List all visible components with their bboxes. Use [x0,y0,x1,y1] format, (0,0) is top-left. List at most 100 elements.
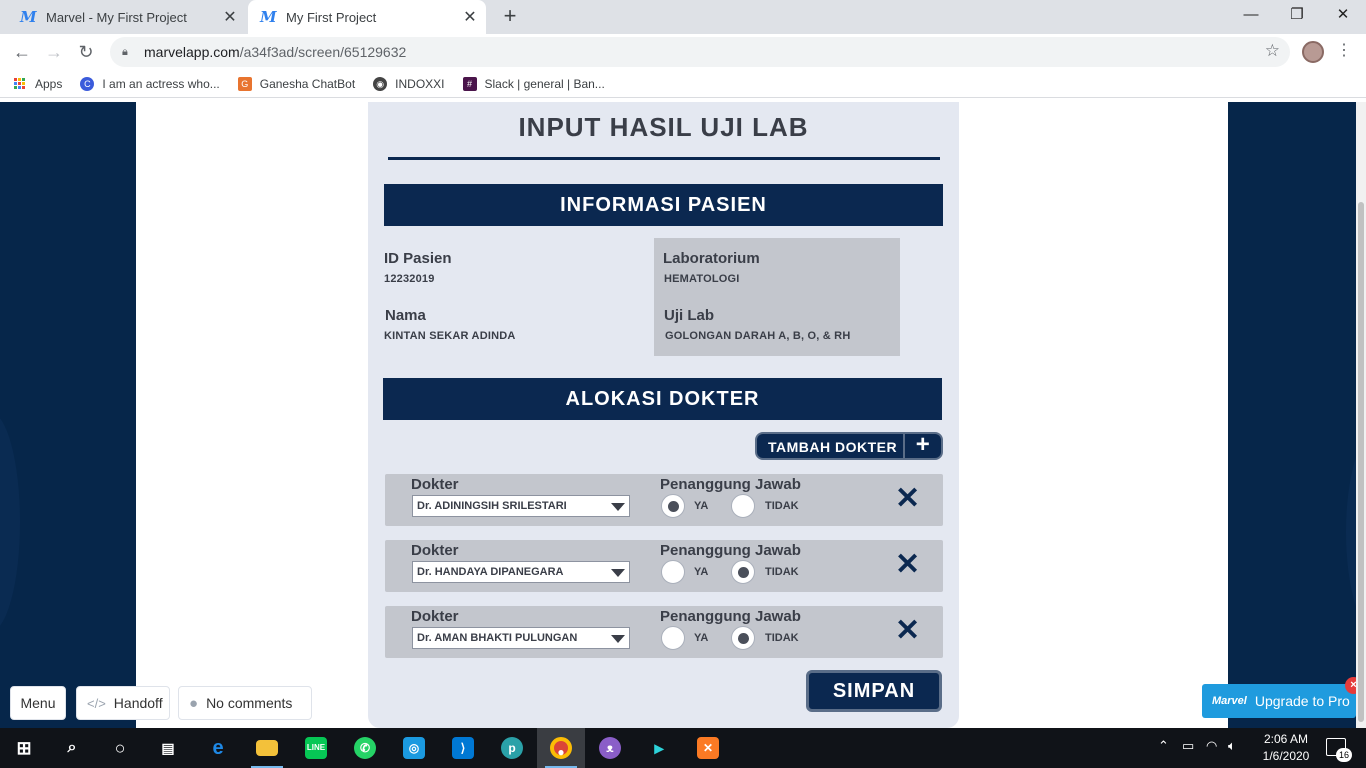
bookmark-ganesha[interactable]: G Ganesha ChatBot [237,76,356,91]
doctor-row: Dokter Dr. HANDAYA DIPANEGARA Penanggung… [385,540,943,592]
cortana-icon[interactable]: ○ [96,728,144,768]
lab-result-screen: INPUT HASIL UJI LAB INFORMASI PASIEN ID … [368,102,959,728]
remove-doctor-icon[interactable]: ✕ [895,550,920,580]
bookmark-actress[interactable]: C I am an actress who... [80,76,220,91]
forward-arrow-icon[interactable]: → [42,40,66,64]
handoff-button[interactable]: </> Handoff [76,686,170,720]
no-label: TIDAK [765,500,799,512]
save-button[interactable]: SIMPAN [806,670,942,712]
code-icon: </> [87,695,106,711]
lock-icon: 🔒︎ [122,46,128,58]
slack-icon: # [462,76,477,91]
powershell-icon[interactable]: ▸ [635,728,683,768]
browser-toolbar: ← → ↻ 🔒︎ marvelapp.com/a34f3ad/screen/65… [0,34,1366,70]
lab-test-label: Uji Lab [664,307,715,324]
start-icon[interactable]: ⊞ [0,728,48,768]
yes-label: YA [694,500,709,512]
responsible-label: Penanggung Jawab [660,608,801,625]
volume-icon[interactable]: 🔈︎ [1228,738,1236,754]
line-icon[interactable]: LINE [292,728,340,768]
marvel-logo: Marvel [1212,695,1247,707]
address-bar[interactable]: 🔒︎ marvelapp.com/a34f3ad/screen/65129632… [110,37,1290,67]
upgrade-to-pro-button[interactable]: Marvel Upgrade to Pro [1202,684,1356,718]
doctor-select[interactable]: Dr. ADININGSIH SRILESTARI [412,495,630,517]
edge-icon[interactable]: e [194,728,242,768]
notification-count-badge: 16 [1336,748,1352,762]
dropdown-arrow-icon [611,503,625,511]
comments-button[interactable]: ● No comments [178,686,312,720]
clock-date: 1/6/2020 [1262,749,1310,763]
doctor-select[interactable]: Dr. AMAN BHAKTI PULUNGAN [412,627,630,649]
laboratory-value: HEMATOLOGI [664,273,740,285]
responsible-yes-radio[interactable] [661,560,685,584]
xampp-icon[interactable]: ✕ [684,728,732,768]
remove-doctor-icon[interactable]: ✕ [895,616,920,646]
marvel-icon: M [260,8,277,26]
battery-icon[interactable]: ▭ [1182,738,1194,754]
responsible-no-radio[interactable] [731,494,755,518]
pcloud-icon[interactable]: p [488,728,536,768]
tab-title: Marvel - My First Project [46,9,187,25]
close-tab-icon[interactable]: ✕ [218,7,242,27]
scrollbar-thumb[interactable] [1358,202,1364,722]
bookmark-star-icon[interactable]: ☆ [1265,41,1280,61]
marvel-menu-button[interactable]: Menu [10,686,66,720]
responsible-yes-radio[interactable] [661,494,685,518]
patient-name-label: Nama [385,307,426,324]
profile-avatar[interactable] [1302,41,1324,63]
patient-id-label: ID Pasien [384,250,452,267]
ganesha-icon: G [237,76,252,91]
yes-label: YA [694,566,709,578]
bookmark-label: Slack | general | Ban... [484,76,605,91]
system-clock[interactable]: 2:06 AM 1/6/2020 [1256,731,1316,765]
instagram-icon[interactable]: ◎ [390,728,438,768]
responsible-label: Penanggung Jawab [660,542,801,559]
doctor-select-value: Dr. ADININGSIH SRILESTARI [417,500,567,512]
task-view-icon[interactable]: ▤ [144,728,192,768]
comments-label: No comments [206,695,293,711]
minimize-window-button[interactable]: — [1228,0,1274,30]
clock-time: 2:06 AM [1263,732,1309,746]
restore-window-button[interactable]: ❐ [1274,0,1320,30]
wifi-icon[interactable]: ◠ [1206,738,1217,754]
browser-tab-project[interactable]: M My First Project ✕ [248,0,486,34]
doctor-label: Dokter [411,542,459,559]
browser-tab-marvel[interactable]: M Marvel - My First Project ✕ [8,0,246,34]
cat-app-icon[interactable]: ᴥ [586,728,634,768]
patient-section-header: INFORMASI PASIEN [384,184,943,226]
search-icon[interactable]: ⌕ [48,728,96,768]
close-tab-icon[interactable]: ✕ [458,7,482,27]
page-title: INPUT HASIL UJI LAB [518,112,809,142]
remove-doctor-icon[interactable]: ✕ [895,484,920,514]
file-explorer-icon[interactable] [243,728,291,768]
back-arrow-icon[interactable]: ← [10,40,34,64]
bookmark-label: Ganesha ChatBot [259,76,356,91]
doctor-select-value: Dr. HANDAYA DIPANEGARA [417,566,564,578]
responsible-label: Penanggung Jawab [660,476,801,493]
menu-label: Menu [20,695,56,711]
browser-menu-icon[interactable]: ⋮ [1336,40,1352,60]
doctor-select[interactable]: Dr. HANDAYA DIPANEGARA [412,561,630,583]
tray-chevron-icon[interactable]: ⌃ [1158,738,1169,754]
plus-icon: + [903,433,941,458]
prev-screen-hint[interactable] [0,412,20,632]
add-doctor-button[interactable]: TAMBAH DOKTER + [755,432,943,460]
bookmark-label: I am an actress who... [102,76,220,91]
bookmark-indoxxi[interactable]: ◉ INDOXXI [373,76,445,91]
reload-icon[interactable]: ↻ [74,40,98,64]
new-tab-button[interactable]: + [498,5,522,29]
vscode-icon[interactable]: ⟩ [439,728,487,768]
page-scrollbar[interactable] [1356,102,1366,728]
chrome-icon[interactable]: ● [537,728,585,768]
responsible-no-radio[interactable] [731,560,755,584]
bookmark-slack[interactable]: # Slack | general | Ban... [462,76,605,91]
close-window-button[interactable]: ✕ [1320,0,1366,30]
responsible-no-radio[interactable] [731,626,755,650]
doctor-section-header: ALOKASI DOKTER [383,378,942,420]
apps-grid-icon [14,78,25,89]
whatsapp-icon[interactable]: ✆ [341,728,389,768]
bookmark-apps[interactable]: Apps [14,77,62,91]
tab-title: My First Project [286,9,377,25]
dropdown-arrow-icon [611,569,625,577]
responsible-yes-radio[interactable] [661,626,685,650]
